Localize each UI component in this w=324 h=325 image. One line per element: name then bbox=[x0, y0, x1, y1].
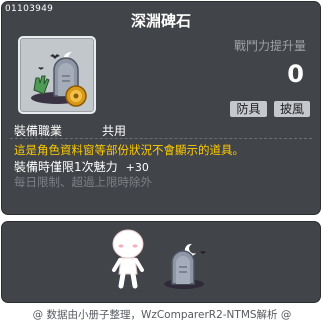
preview-panel bbox=[1, 221, 321, 303]
equip-job-value: 共用 bbox=[102, 124, 127, 138]
footer-credit: @ 数据由小册子整理，WzComparerR2-NTMS解析 @ bbox=[32, 309, 292, 321]
equip-limit-bonus: +30 bbox=[125, 161, 149, 174]
daily-limit-note: 每日限制、超過上限時除外 bbox=[14, 175, 152, 189]
equip-limit-text: 裝備時僅限1次魅力 bbox=[14, 160, 118, 174]
category-tag-cape: 披風 bbox=[274, 101, 310, 117]
equip-job-label: 裝備職業 bbox=[14, 124, 63, 138]
equip-limit-line: 裝備時僅限1次魅力 +30 bbox=[14, 158, 149, 175]
item-description: 這是角色資料窗等部份狀況不會顯示的道具。 bbox=[14, 143, 244, 157]
power-increase-value: 0 bbox=[287, 60, 304, 88]
tombstone-hand-coin-icon bbox=[31, 51, 87, 107]
white-blob-character bbox=[112, 229, 144, 289]
tombstone-with-moon-icon bbox=[164, 243, 206, 289]
category-tag-armor: 防具 bbox=[230, 101, 267, 117]
item-icon-frame bbox=[18, 36, 96, 114]
item-tooltip: 01103949 深淵碑石 戰鬥力提升量 0 防具 披風 裝備職業 共用 這是角… bbox=[1, 1, 321, 215]
tooltip-divider bbox=[10, 138, 312, 139]
item-name: 深淵碑石 bbox=[130, 12, 191, 30]
power-increase-label: 戰鬥力提升量 bbox=[233, 39, 306, 53]
